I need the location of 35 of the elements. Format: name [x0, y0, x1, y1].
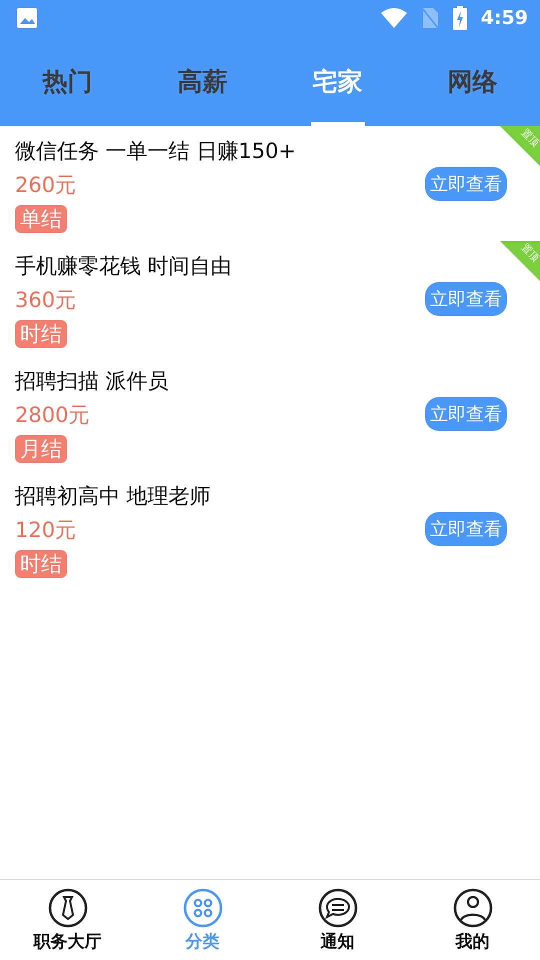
job-pay: 360元 — [15, 286, 76, 314]
wifi-icon — [380, 8, 407, 28]
job-title: 手机赚零花钱 时间自由 — [15, 252, 232, 280]
job-title: 微信任务 一单一结 日赚150+ — [15, 138, 296, 164]
tie-icon — [48, 888, 88, 928]
battery-icon — [452, 6, 467, 30]
settlement-tag: 时结 — [15, 320, 67, 348]
settlement-tag: 时结 — [15, 550, 67, 578]
nav-item[interactable]: 分类 — [135, 880, 270, 960]
ribbon-label: 置顶 — [518, 126, 540, 150]
job-pay: 260元 — [15, 172, 76, 198]
job-pay: 120元 — [15, 516, 76, 544]
nav-item[interactable]: 职务大厅 — [0, 880, 135, 960]
job-title: 招聘初高中 地理老师 — [15, 482, 211, 510]
category-tab[interactable]: 热门 — [42, 65, 92, 98]
grid-icon — [182, 888, 222, 928]
category-tab[interactable]: 网络 — [448, 65, 498, 98]
job-title: 招聘扫描 派件员 — [15, 368, 169, 394]
nav-item[interactable]: 通知 — [270, 880, 405, 960]
nav-item[interactable]: 我的 — [405, 880, 540, 960]
settlement-tag: 单结 — [15, 204, 67, 232]
user-icon — [452, 888, 492, 928]
image-icon — [16, 7, 38, 29]
clock-time: 4:59 — [480, 7, 528, 29]
no-sim-icon — [420, 7, 439, 29]
category-tab[interactable]: 宅家 — [312, 65, 362, 98]
ribbon-label: 置顶 — [518, 241, 540, 266]
chat-icon — [318, 888, 358, 928]
category-tab[interactable]: 高薪 — [178, 65, 228, 98]
view-button[interactable]: 立即查看 — [425, 166, 507, 200]
view-button[interactable]: 立即查看 — [425, 512, 507, 546]
settlement-tag: 月结 — [15, 434, 67, 462]
view-button[interactable]: 立即查看 — [425, 396, 507, 430]
view-button[interactable]: 立即查看 — [425, 282, 507, 316]
job-pay: 2800元 — [15, 402, 90, 428]
